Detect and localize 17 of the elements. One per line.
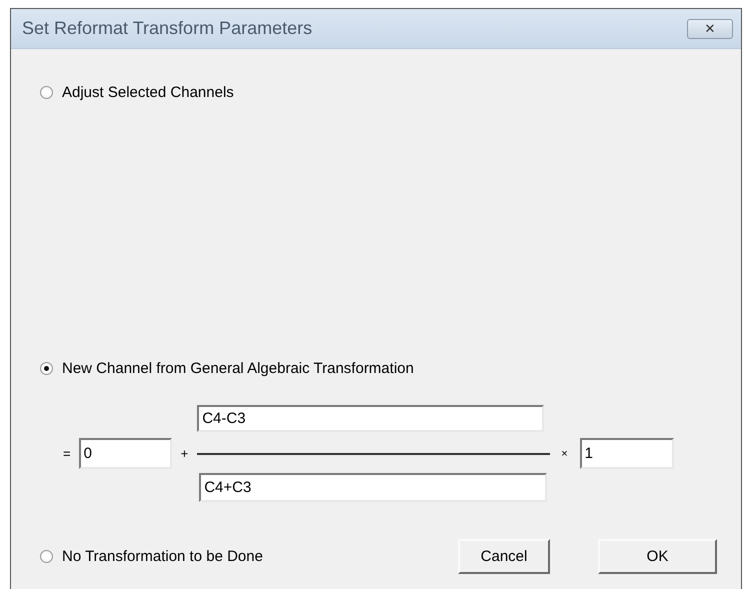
text-field[interactable]: C4+C3 — [199, 473, 548, 502]
radio-button[interactable] — [40, 550, 53, 563]
text-field[interactable]: 0 — [78, 438, 172, 469]
plus-sign: + — [180, 446, 188, 461]
text-field[interactable]: C4-C3 — [197, 405, 544, 432]
close-button[interactable]: ✕ — [687, 18, 733, 38]
ok-button[interactable]: OK — [598, 539, 717, 574]
radio-button[interactable] — [40, 362, 53, 374]
equals-sign: = — [63, 446, 71, 461]
option-label: No Transformation to be Done — [62, 548, 263, 565]
cancel-button[interactable]: Cancel — [458, 539, 550, 574]
option-label: New Channel from General Algebraic Transformation — [62, 360, 414, 376]
radio-button[interactable] — [40, 86, 53, 98]
option-label: Adjust Selected Channels — [62, 84, 234, 100]
text-field[interactable]: 1 — [580, 438, 674, 469]
multiply-sign: × — [561, 448, 568, 460]
window-title: Set Reformat Transform Parameters — [22, 18, 312, 39]
